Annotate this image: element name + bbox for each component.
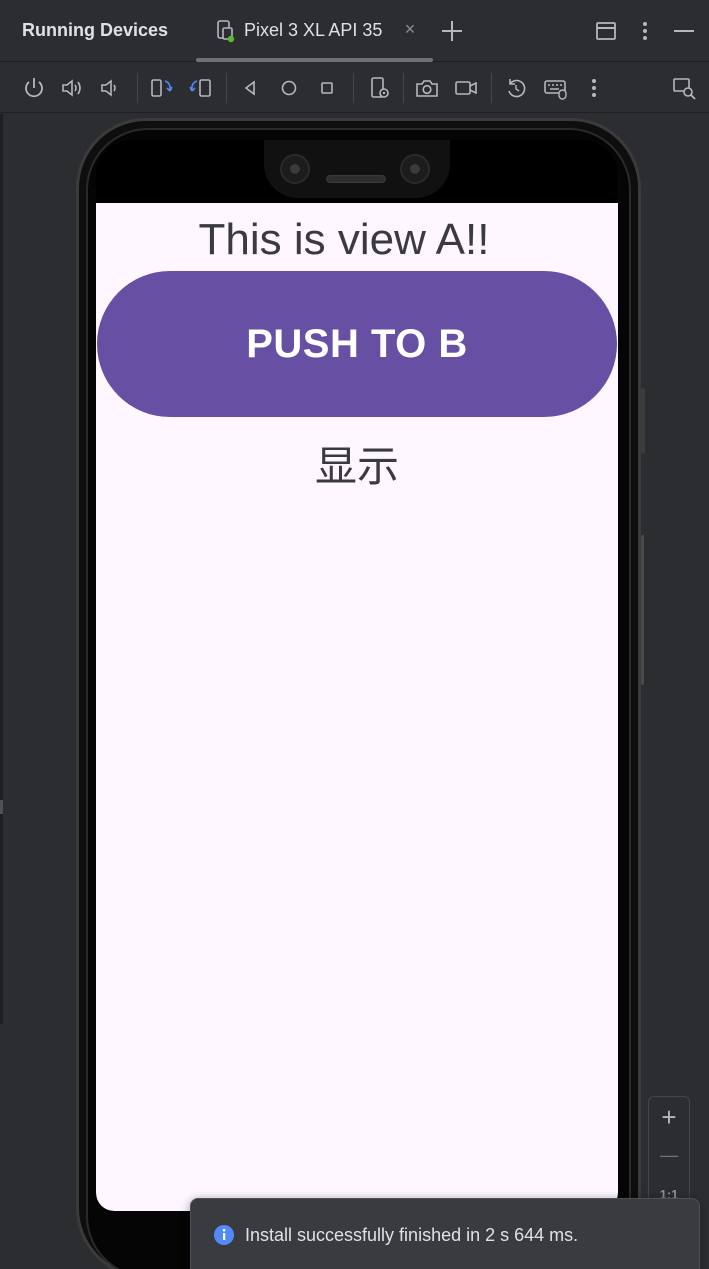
more-actions-icon[interactable] xyxy=(581,75,607,101)
close-icon[interactable]: × xyxy=(401,18,419,40)
front-camera-icon xyxy=(400,154,430,184)
toolbar-separator xyxy=(137,73,138,103)
tool-window-header: Running Devices Pixel 3 XL API 35 × xyxy=(0,0,709,62)
info-icon xyxy=(213,1224,235,1246)
rotate-right-icon[interactable] xyxy=(188,75,214,101)
install-notification[interactable]: Install successfully finished in 2 s 644… xyxy=(190,1198,700,1269)
screen-record-icon[interactable] xyxy=(453,75,479,101)
volume-up-icon[interactable] xyxy=(59,75,85,101)
more-options-icon[interactable] xyxy=(632,17,658,45)
earpiece-speaker xyxy=(326,175,386,183)
display-notch xyxy=(264,140,450,198)
toolbar-separator xyxy=(403,73,404,103)
device-settings-icon[interactable] xyxy=(367,75,393,101)
tab-label: Pixel 3 XL API 35 xyxy=(244,20,383,40)
window-layout-icon[interactable] xyxy=(593,17,619,45)
overview-icon[interactable] xyxy=(314,75,340,101)
minimize-icon[interactable] xyxy=(671,17,697,45)
add-icon[interactable] xyxy=(440,17,464,45)
toolbar-separator xyxy=(353,73,354,103)
layout-inspector-icon[interactable] xyxy=(671,75,697,101)
front-camera-icon xyxy=(280,154,310,184)
keyboard-icon[interactable] xyxy=(543,75,569,101)
zoom-in-button[interactable]: + xyxy=(649,1099,689,1135)
reset-icon[interactable] xyxy=(503,75,529,101)
tab-pixel-3-xl[interactable]: Pixel 3 XL API 35 × xyxy=(208,12,433,52)
app-content: This is view A!! PUSH TO B 显示 xyxy=(96,203,618,1211)
home-icon[interactable] xyxy=(276,75,302,101)
push-to-b-button[interactable]: PUSH TO B xyxy=(97,271,617,417)
toolbar-separator xyxy=(226,73,227,103)
device-toolbar xyxy=(0,63,709,113)
selected-tab-indicator xyxy=(196,58,433,62)
running-devices-window: Running Devices Pixel 3 XL API 35 × This… xyxy=(0,0,709,1269)
device-screen[interactable]: This is view A!! PUSH TO B 显示 xyxy=(96,140,618,1211)
volume-side-button xyxy=(641,535,644,685)
left-edge xyxy=(0,114,3,1024)
device-icon xyxy=(216,19,236,43)
left-edge-marker xyxy=(0,800,3,814)
result-text: 显示 xyxy=(314,442,399,491)
view-title: This is view A!! xyxy=(198,215,490,264)
volume-down-icon[interactable] xyxy=(97,75,123,101)
notification-message: Install successfully finished in 2 s 644… xyxy=(245,1225,579,1245)
back-icon[interactable] xyxy=(237,75,263,101)
power-side-button xyxy=(641,388,645,454)
rotate-left-icon[interactable] xyxy=(148,75,174,101)
camera-icon[interactable] xyxy=(414,75,440,101)
power-icon[interactable] xyxy=(21,75,47,101)
panel-title: Running Devices xyxy=(22,20,169,40)
zoom-out-button[interactable]: — xyxy=(649,1137,689,1173)
status-bar xyxy=(96,140,618,203)
toolbar-separator xyxy=(491,73,492,103)
